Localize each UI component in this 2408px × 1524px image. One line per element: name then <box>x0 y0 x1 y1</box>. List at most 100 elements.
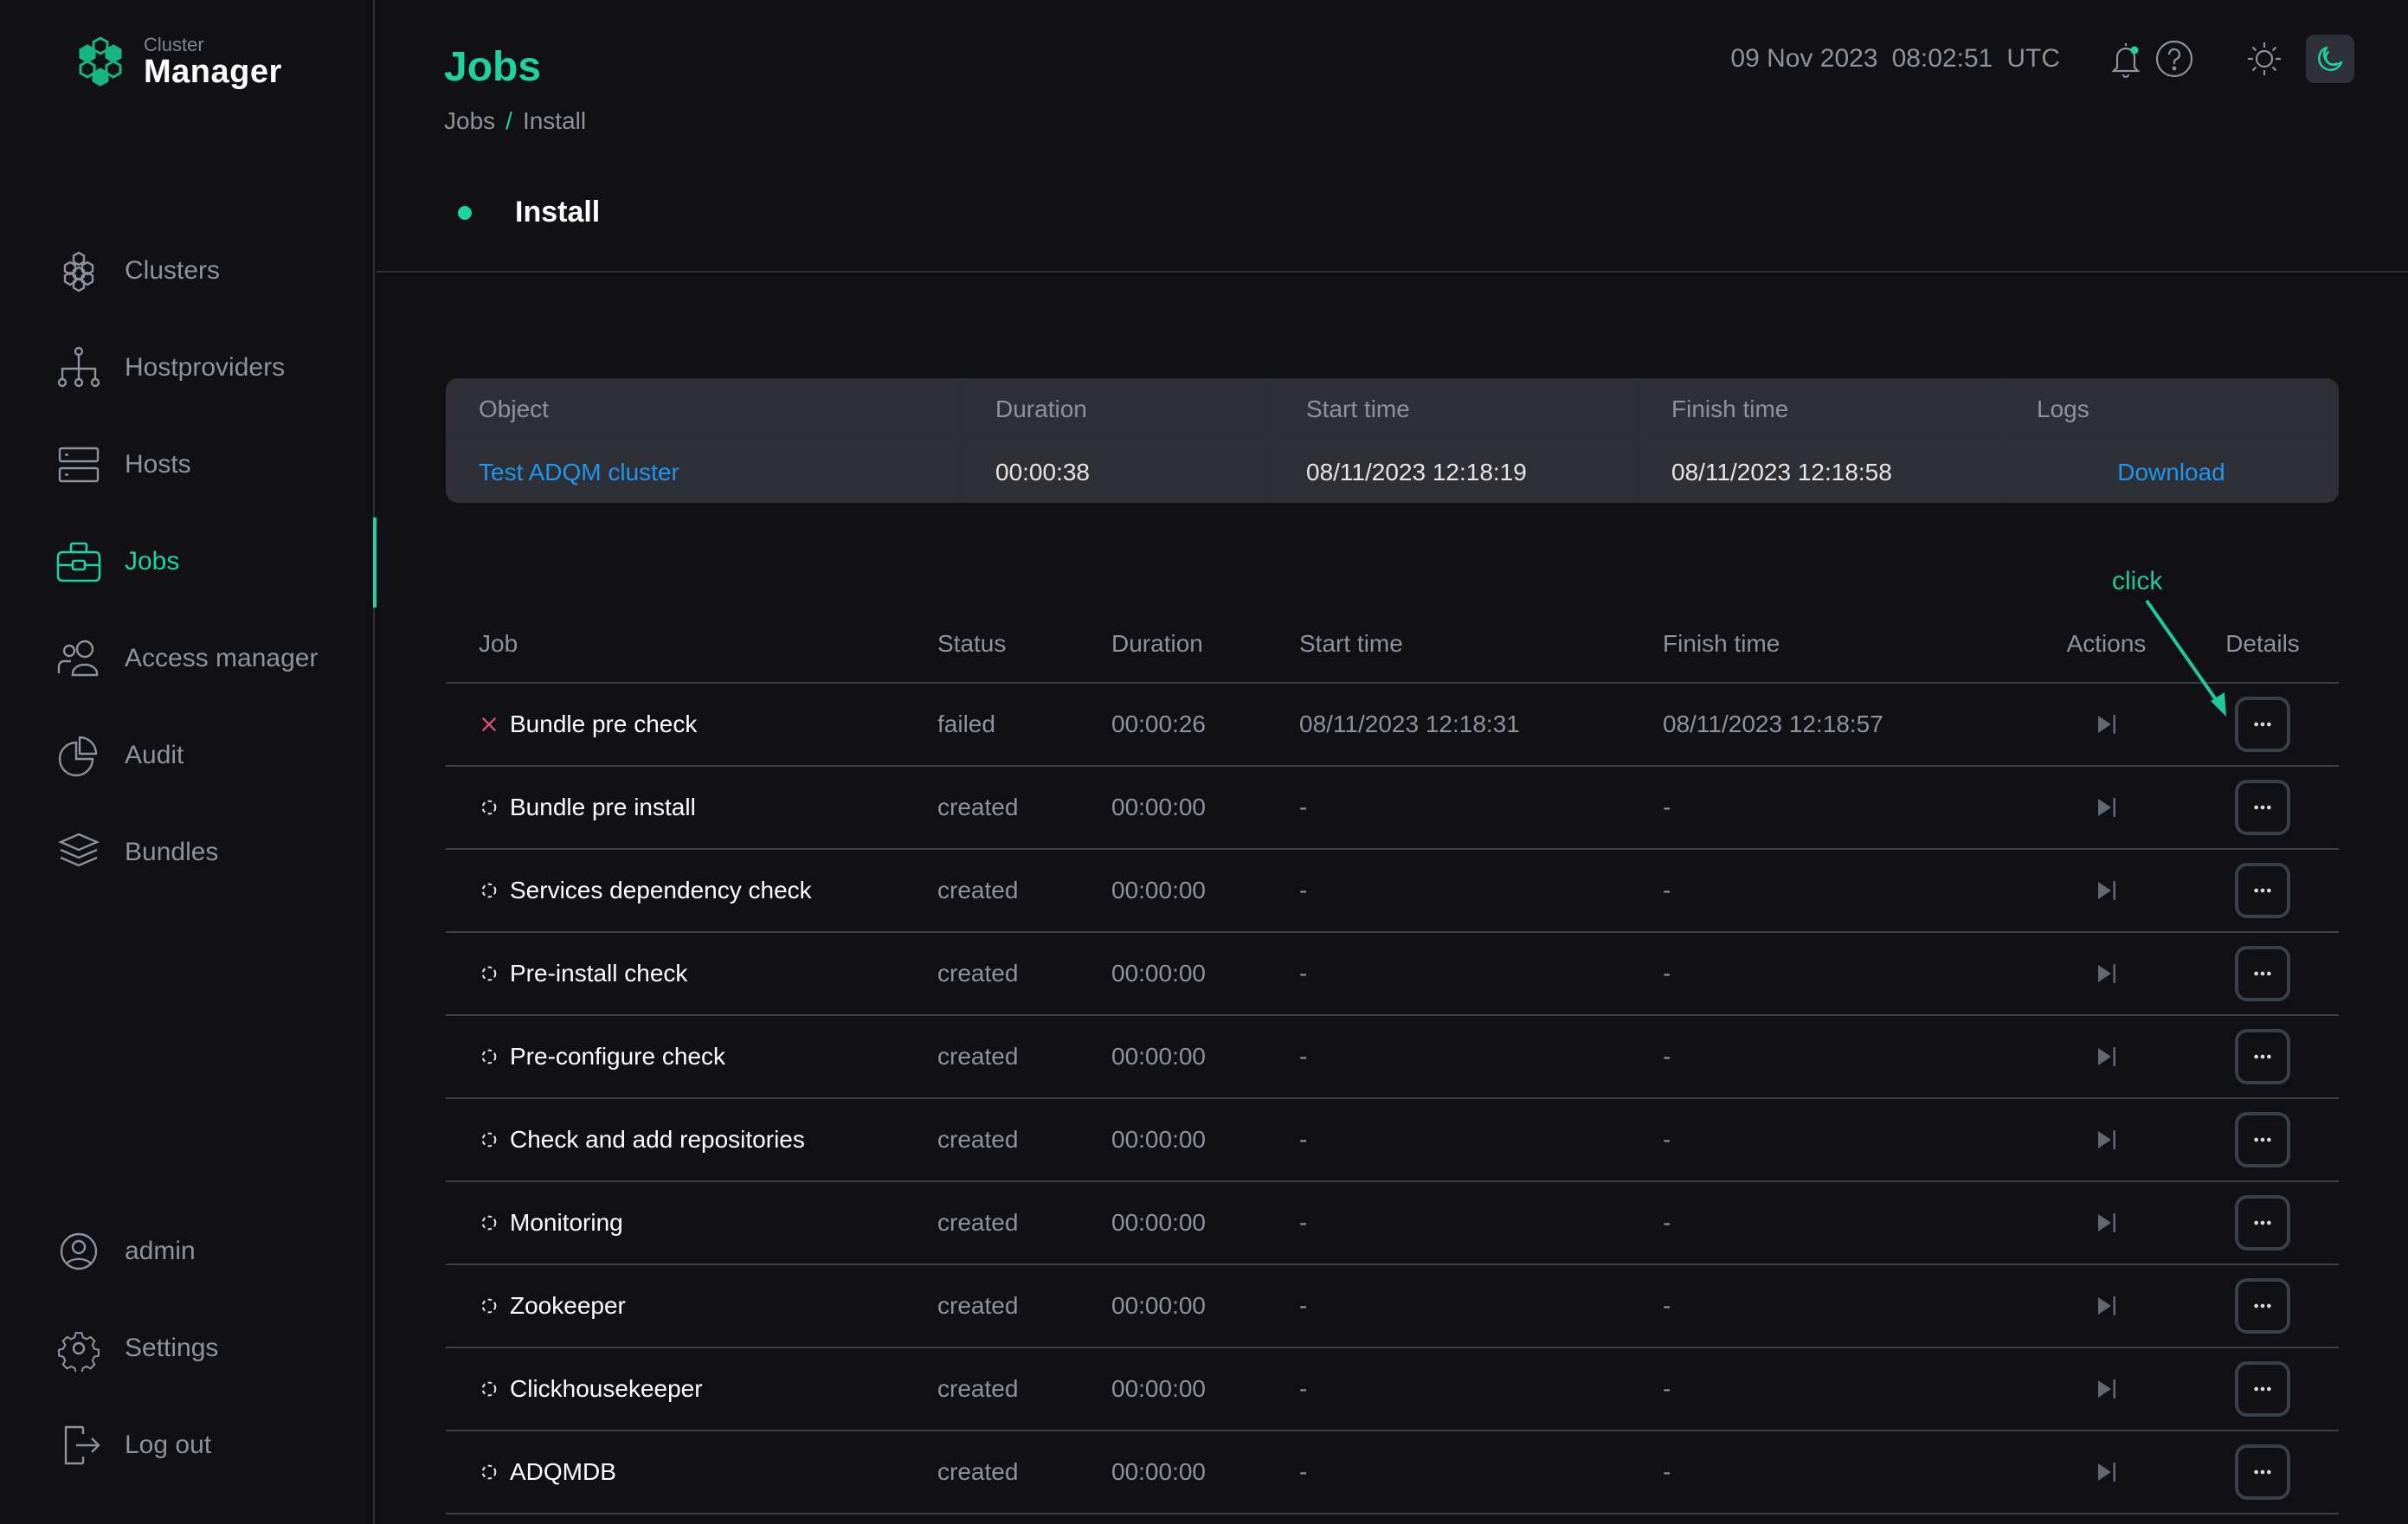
run-job-button[interactable] <box>2091 1041 2122 1072</box>
job-duration: 00:00:00 <box>1111 1292 1206 1319</box>
sidebar-item-logout[interactable]: Log out <box>55 1419 211 1471</box>
theme-toggle[interactable] <box>2240 35 2354 83</box>
job-row[interactable]: Services dependency check created 00:00:… <box>446 850 2339 933</box>
job-duration: 00:00:00 <box>1111 960 1206 987</box>
job-details-button[interactable] <box>2235 1361 2290 1417</box>
skip-forward-icon <box>2097 1463 2115 1482</box>
job-row[interactable]: Pre-configure check created 00:00:00 - - <box>446 1016 2339 1099</box>
job-details-button[interactable] <box>2235 1112 2290 1167</box>
summary-header-duration: Duration <box>963 378 1273 440</box>
job-row[interactable]: Bundle pre install created 00:00:00 - - <box>446 767 2339 850</box>
job-name[interactable]: Bundle pre install <box>510 794 696 821</box>
job-name[interactable]: Clickhousekeeper <box>510 1375 703 1403</box>
run-job-button[interactable] <box>2091 875 2122 906</box>
more-icon <box>2254 1054 2271 1059</box>
pending-icon <box>479 1379 499 1399</box>
job-details-button[interactable] <box>2235 946 2290 1001</box>
job-name[interactable]: Pre-configure check <box>510 1043 725 1071</box>
job-row[interactable]: Zookeeper created 00:00:00 - - <box>446 1265 2339 1348</box>
skip-forward-icon <box>2097 1213 2115 1232</box>
layers-icon <box>57 833 100 867</box>
more-icon <box>2254 1469 2271 1475</box>
job-details-button[interactable] <box>2235 863 2290 918</box>
logo[interactable]: Cluster Manager <box>73 35 282 90</box>
job-row[interactable]: Clickhousekeeper created 00:00:00 - - <box>446 1348 2339 1431</box>
run-job-button[interactable] <box>2091 792 2122 823</box>
summary-row: Test ADQM cluster 00:00:38 08/11/2023 12… <box>446 440 2339 503</box>
job-details-button[interactable] <box>2235 1278 2290 1334</box>
more-icon <box>2254 1137 2271 1142</box>
clock-timezone: UTC <box>2006 44 2060 73</box>
job-name[interactable]: Zookeeper <box>510 1292 626 1320</box>
pending-icon <box>479 1129 499 1150</box>
help-button[interactable] <box>2150 35 2199 83</box>
sidebar-item-label: Access manager <box>125 644 319 672</box>
summary-start-time: 08/11/2023 12:18:19 <box>1273 442 1639 503</box>
sidebar-item-label: Clusters <box>125 256 221 285</box>
active-indicator <box>373 518 377 608</box>
job-row[interactable]: ADQMDB created 00:00:00 - - <box>446 1431 2339 1514</box>
job-details-button[interactable] <box>2235 697 2290 752</box>
job-details-button[interactable] <box>2235 780 2290 835</box>
sidebar-item-clusters[interactable]: Clusters <box>55 245 220 297</box>
job-row[interactable]: Check and add repositories created 00:00… <box>446 1099 2339 1182</box>
pending-icon <box>479 1046 499 1067</box>
job-start-time: - <box>1299 1458 1308 1485</box>
light-theme-button[interactable] <box>2240 35 2289 83</box>
job-status: created <box>937 1043 1019 1070</box>
job-name[interactable]: Services dependency check <box>510 877 812 904</box>
sidebar-item-label: Hosts <box>125 450 191 479</box>
job-details-button[interactable] <box>2235 1195 2290 1251</box>
sidebar-item-jobs[interactable]: Jobs <box>55 536 179 588</box>
skip-forward-icon <box>2097 715 2115 734</box>
job-row[interactable]: Pre-install check created 00:00:00 - - <box>446 933 2339 1016</box>
run-job-button[interactable] <box>2091 1290 2122 1321</box>
logo-title: Manager <box>144 54 282 90</box>
job-row[interactable]: Bundle pre check failed 00:00:26 08/11/2… <box>446 684 2339 767</box>
sidebar-item-bundles[interactable]: Bundles <box>55 826 218 878</box>
run-job-button[interactable] <box>2091 1373 2122 1405</box>
run-job-button[interactable] <box>2091 709 2122 740</box>
job-name[interactable]: Bundle pre check <box>510 711 697 738</box>
job-finish-time: 08/11/2023 12:18:57 <box>1663 711 1883 737</box>
job-name[interactable]: Check and add repositories <box>510 1126 805 1154</box>
run-job-button[interactable] <box>2091 958 2122 989</box>
job-name[interactable]: ADQMDB <box>510 1458 616 1486</box>
run-job-button[interactable] <box>2091 1456 2122 1488</box>
pending-icon <box>479 797 499 818</box>
logo-icon <box>79 36 122 87</box>
job-title: Install <box>515 196 601 228</box>
skip-forward-icon <box>2097 1379 2115 1399</box>
hierarchy-icon <box>57 346 100 388</box>
job-start-time: - <box>1299 794 1308 820</box>
dark-theme-button[interactable] <box>2306 35 2354 83</box>
pending-icon <box>479 963 499 984</box>
job-finish-time: - <box>1663 877 1671 903</box>
download-logs-link[interactable]: Download <box>2117 459 2225 486</box>
job-name[interactable]: Pre-install check <box>510 960 687 987</box>
job-details-button[interactable] <box>2235 1029 2290 1084</box>
sidebar-item-hosts[interactable]: Hosts <box>55 439 191 491</box>
run-job-button[interactable] <box>2091 1207 2122 1238</box>
breadcrumb-jobs[interactable]: Jobs <box>444 107 495 135</box>
job-details-button[interactable] <box>2235 1444 2290 1500</box>
notifications-button[interactable] <box>2102 35 2150 83</box>
sidebar-item-audit[interactable]: Audit <box>55 730 183 781</box>
more-icon <box>2254 805 2271 810</box>
job-row[interactable]: Monitoring created 00:00:00 - - <box>446 1182 2339 1265</box>
sidebar-item-admin[interactable]: admin <box>55 1225 196 1277</box>
job-name[interactable]: Monitoring <box>510 1209 623 1237</box>
sidebar-item-hostproviders[interactable]: Hostproviders <box>55 342 285 394</box>
clock-date: 09 Nov 2023 <box>1730 44 1878 73</box>
sidebar-item-settings[interactable]: Settings <box>55 1322 218 1374</box>
header-finish-time: Finish time <box>1663 630 1780 657</box>
more-icon <box>2254 1303 2271 1309</box>
gear-icon <box>58 1332 100 1372</box>
jobs-body: Bundle pre check failed 00:00:26 08/11/2… <box>446 684 2339 1514</box>
object-link[interactable]: Test ADQM cluster <box>479 459 679 486</box>
run-job-button[interactable] <box>2091 1124 2122 1155</box>
sidebar-item-access-manager[interactable]: Access manager <box>55 633 318 685</box>
jobs-header-row: Job Status Duration Start time Finish ti… <box>446 606 2339 684</box>
job-finish-time: - <box>1663 1375 1671 1402</box>
job-start-time: - <box>1299 960 1308 987</box>
